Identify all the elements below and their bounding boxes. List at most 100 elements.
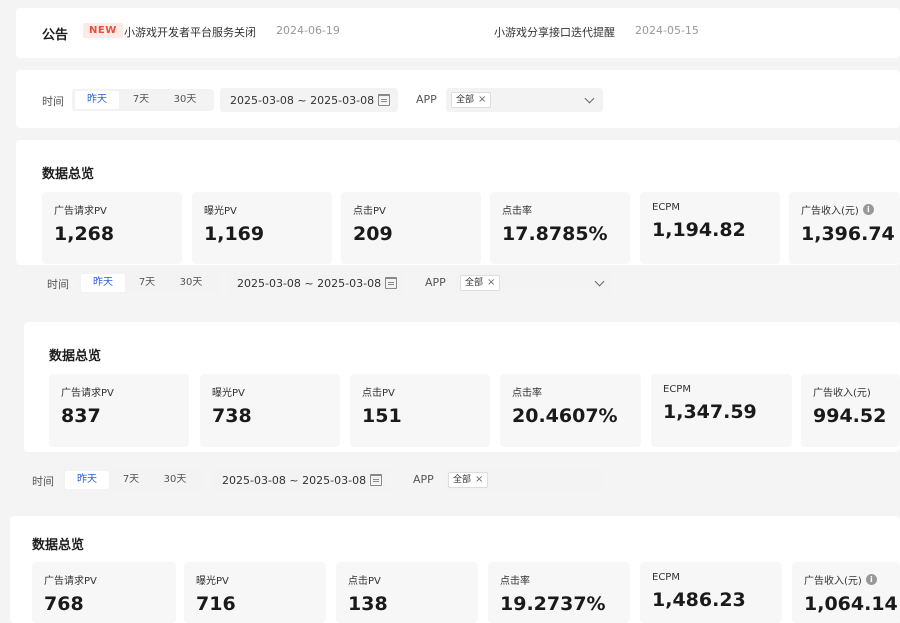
metric-label-row: 广告收入(元) i — [804, 572, 890, 587]
overview-title: 数据总览 — [32, 538, 85, 553]
close-icon[interactable]: × — [487, 277, 495, 289]
metric-label: 点击PV — [348, 576, 381, 587]
metric-clicks: 点击PV 151 — [350, 374, 490, 447]
metric-label: 点击PV — [353, 206, 386, 217]
metric-label: 点击率 — [500, 576, 530, 587]
metric-label: 点击PV — [362, 388, 395, 399]
range-7-days[interactable]: 7天 — [125, 274, 169, 292]
metric-value: 1,268 — [54, 223, 115, 245]
metric-label: 曝光PV — [196, 576, 229, 587]
range-selector: 昨天 7天 30天 — [78, 272, 220, 294]
date-range-picker[interactable]: 2025-03-08 ~ 2025-03-08 — [227, 271, 405, 295]
app-select[interactable]: 全部 × — [443, 468, 603, 492]
metric-ctr: 点击率 20.4607% — [500, 374, 641, 447]
metric-value: 994.52 — [813, 405, 887, 427]
metric-value: 138 — [348, 593, 388, 615]
metric-ecpm: ECPM 1,347.59 — [651, 374, 792, 447]
metric-ad-requests: 广告请求PV 768 — [32, 562, 176, 623]
overview-title: 数据总览 — [42, 167, 95, 182]
info-icon[interactable]: i — [865, 574, 877, 585]
metric-value: 837 — [61, 405, 101, 427]
close-icon[interactable]: × — [475, 474, 483, 486]
app-tag: 全部 × — [460, 275, 501, 291]
date-range-picker[interactable]: 2025-03-08 ~ 2025-03-08 — [212, 468, 390, 492]
range-7-days[interactable]: 7天 — [119, 91, 163, 109]
filter-card-3: 时间 昨天 7天 30天 2025-03-08 ~ 2025-03-08 APP… — [10, 460, 900, 500]
metric-label: ECPM — [652, 572, 680, 583]
app-label: APP — [413, 473, 434, 486]
range-yesterday[interactable]: 昨天 — [75, 91, 119, 109]
info-icon[interactable]: i — [862, 204, 874, 215]
filter-card-2: 时间 昨天 7天 30天 2025-03-08 ~ 2025-03-08 APP… — [25, 264, 900, 304]
app-tag: 全部 × — [448, 472, 489, 488]
overview-title: 数据总览 — [49, 349, 102, 364]
close-icon[interactable]: × — [478, 94, 486, 106]
metric-label: 点击率 — [502, 206, 532, 217]
metric-impressions: 曝光PV 1,169 — [192, 192, 332, 264]
range-yesterday[interactable]: 昨天 — [81, 274, 125, 292]
notice-date-2: 2024-05-15 — [635, 24, 699, 37]
metric-value: 1,396.74 — [801, 223, 895, 245]
notice-link-2[interactable]: 小游戏分享接口迭代提醒 — [494, 24, 615, 40]
app-tag-label: 全部 — [453, 475, 472, 485]
notice-date-1: 2024-06-19 — [276, 24, 340, 37]
metric-ad-requests: 广告请求PV 837 — [49, 374, 189, 447]
filter-card-1: 时间 昨天 7天 30天 2025-03-08 ~ 2025-03-08 APP… — [16, 70, 900, 128]
app-tag-label: 全部 — [465, 278, 484, 288]
time-label: 时间 — [47, 278, 69, 291]
metric-clicks: 点击PV 138 — [336, 562, 478, 623]
metric-label: ECPM — [663, 384, 691, 395]
metric-label: 广告请求PV — [44, 576, 97, 587]
metric-impressions: 曝光PV 738 — [200, 374, 340, 447]
time-label: 时间 — [42, 95, 64, 108]
time-label: 时间 — [32, 475, 54, 488]
range-selector: 昨天 7天 30天 — [62, 469, 204, 491]
calendar-icon — [378, 94, 390, 106]
range-selector: 昨天 7天 30天 — [72, 89, 214, 111]
metric-value: 1,347.59 — [663, 401, 757, 423]
metric-ctr: 点击率 19.2737% — [488, 562, 630, 623]
app-label: APP — [416, 93, 437, 106]
metric-label-row: 广告收入(元) i — [801, 202, 890, 217]
metric-value: 20.4607% — [512, 405, 618, 427]
metric-value: 19.2737% — [500, 593, 606, 615]
metric-value: 1,486.23 — [652, 589, 746, 611]
metric-label: ECPM — [652, 202, 680, 213]
metric-ad-revenue: 广告收入(元) i 1,064.14 — [792, 562, 900, 623]
metric-ad-requests: 广告请求PV 1,268 — [42, 192, 182, 264]
metric-value: 209 — [353, 223, 393, 245]
range-30-days[interactable]: 30天 — [169, 274, 213, 292]
metric-value: 17.8785% — [502, 223, 608, 245]
calendar-icon — [370, 474, 382, 486]
chevron-down-icon[interactable] — [594, 276, 605, 286]
date-range-value: 2025-03-08 ~ 2025-03-08 — [230, 93, 375, 107]
metric-value: 738 — [212, 405, 252, 427]
metric-impressions: 曝光PV 716 — [184, 562, 326, 623]
notice-link-1[interactable]: 小游戏开发者平台服务关闭 — [124, 24, 256, 40]
range-30-days[interactable]: 30天 — [163, 91, 207, 109]
notice-card: 公告 NEW 小游戏开发者平台服务关闭 2024-06-19 小游戏分享接口迭代… — [16, 8, 900, 58]
range-30-days[interactable]: 30天 — [153, 471, 197, 489]
range-yesterday[interactable]: 昨天 — [65, 471, 109, 489]
metric-value: 1,194.82 — [652, 219, 746, 241]
app-tag-label: 全部 — [456, 95, 475, 105]
metric-ctr: 点击率 17.8785% — [490, 192, 630, 264]
metric-label: 广告请求PV — [61, 388, 114, 399]
metric-label: 广告收入(元) — [801, 206, 859, 217]
metric-ecpm: ECPM 1,194.82 — [640, 192, 780, 264]
metric-ad-revenue: 广告收入(元) 994.52 — [801, 374, 900, 447]
chevron-down-icon[interactable] — [584, 93, 595, 103]
app-select[interactable]: 全部 × — [446, 88, 603, 112]
app-select[interactable]: 全部 × — [455, 271, 613, 295]
metric-label: 广告收入(元) — [804, 576, 862, 587]
date-range-picker[interactable]: 2025-03-08 ~ 2025-03-08 — [220, 88, 398, 112]
metric-value: 1,064.14 — [804, 593, 898, 615]
metric-label: 点击率 — [512, 388, 542, 399]
range-7-days[interactable]: 7天 — [109, 471, 153, 489]
date-range-value: 2025-03-08 ~ 2025-03-08 — [237, 276, 382, 290]
metric-clicks: 点击PV 209 — [341, 192, 481, 264]
metric-label-row: 广告收入(元) — [813, 384, 890, 399]
app-tag: 全部 × — [451, 92, 492, 108]
metric-value: 768 — [44, 593, 84, 615]
notice-title: 公告 — [42, 28, 69, 43]
